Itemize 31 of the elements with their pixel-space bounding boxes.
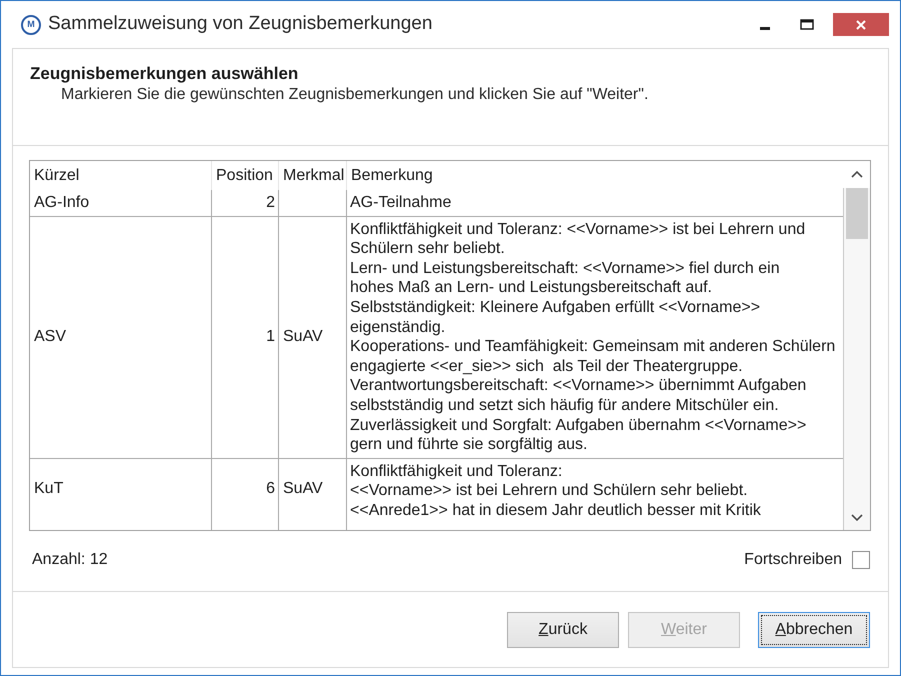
scroll-up-icon[interactable]: [850, 171, 862, 178]
column-header[interactable]: Kürzel: [30, 161, 212, 190]
column-header[interactable]: Position: [212, 161, 279, 190]
maximize-icon[interactable]: [800, 19, 814, 30]
column-header[interactable]: Merkmal: [279, 161, 347, 190]
table-cell-text: Konfliktfähigkeit und Toleranz: <<Vorname>> ist bei Lehrern und Schülern sehr beliebt. <<Anrede1>> hat in diesem Jahr deutlich besser mit Kritik: [349, 462, 762, 521]
table-cell: SuAV: [279, 458, 347, 530]
count-label: Anzahl: 12: [32, 550, 108, 570]
checkbox-label[interactable]: Fortschreiben: [744, 548, 842, 572]
instruction-text: Markieren Sie die gewünschten Zeugnisbemerkungen und klicken Sie auf "Weiter".: [60, 85, 650, 105]
table-cell: SuAV: [279, 216, 347, 458]
table-cell: 1: [212, 216, 279, 458]
close-icon: [856, 20, 866, 30]
table-cell: ASV: [30, 216, 212, 458]
window-title: Sammelzuweisung von Zeugnisbemerkungen: [48, 12, 432, 36]
checkbox[interactable]: [852, 551, 870, 569]
close-button[interactable]: [833, 13, 889, 36]
table-cell: AG-Info: [30, 190, 212, 216]
dialog-button[interactable]: Zurück: [507, 612, 619, 648]
focused-dialog-button[interactable]: Abbrechen: [758, 612, 870, 648]
scroll-down-icon[interactable]: [851, 514, 863, 520]
section-title: Zeugnisbemerkungen auswählen: [30, 65, 300, 83]
table-cell: 2: [212, 190, 279, 216]
table-cell: 6: [212, 458, 279, 530]
app-logo: M: [21, 14, 41, 34]
table-cell: KuT: [30, 458, 212, 530]
column-header[interactable]: Bemerkung: [347, 161, 843, 190]
table-cell-text: Konfliktfähigkeit und Toleranz: <<Vorname>> ist bei Lehrern und Schülern sehr beliebt. Lern- und Leistungsbereitschaft: <<Vorname>> fiel durch ein hohes Maß an Lern- und Leistungsbereitschaft auf. Selbstständigkeit: Kleinere Aufgaben erfüllt <<Vorname>> eigenständig. Kooperations- und Teamfähigkeit: Gemeinsam mit anderen Schülern engagierte <<er_sie>> sich als Teil der Theatergruppe. Verantwortungsbereitschaft: <<Vorname>> übernimmt Aufgaben selbstständig und setzt sich häufig für andere Mitschüler ein. Zuverlässigkeit und Sorgfalt: Aufgaben übernahm <<Vorname>> gern und führte sie sorgfältig aus.: [349, 220, 836, 456]
table-cell-text: AG-Teilnahme: [349, 193, 452, 213]
scrollbar[interactable]: [843, 161, 870, 530]
scrollbar-thumb[interactable]: [846, 188, 868, 239]
